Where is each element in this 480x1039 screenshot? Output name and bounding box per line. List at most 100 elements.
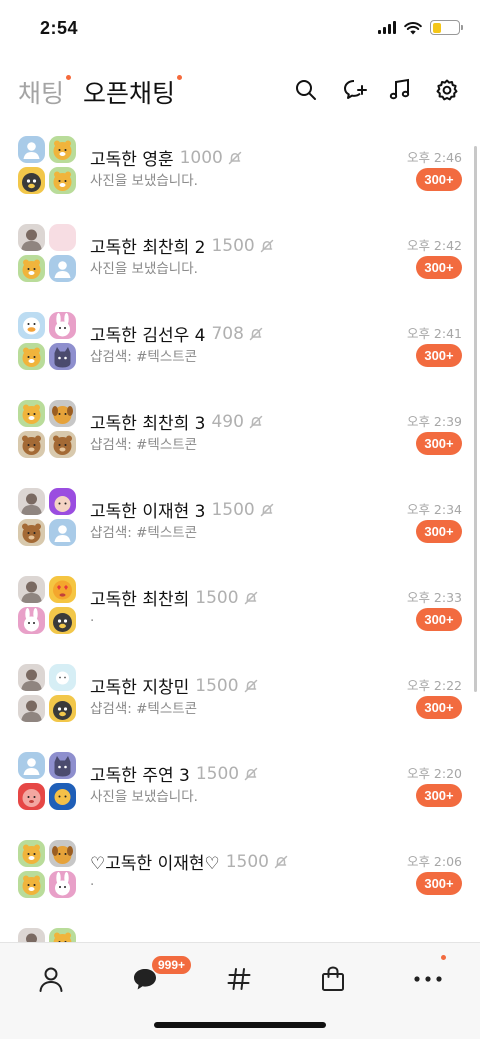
member-count: 1500	[195, 675, 239, 696]
scrollbar[interactable]	[474, 146, 477, 692]
openchat-list[interactable]: 고독한 영훈 1000 사진을 보냈습니다. 오후 2:46 300+ 고독한 최찬희 2…	[0, 126, 480, 942]
unread-badge: 300+	[416, 344, 462, 367]
unread-badge: 300+	[416, 168, 462, 191]
chat-row[interactable]: 고독한 김선우 4 708 샵검색: #텍스트콘 오후 2:41 300+	[0, 302, 480, 390]
bear-dark-avatar	[18, 167, 45, 194]
chat-row[interactable]: 고독한 이재현 3 1500 샵검색: #텍스트콘 오후 2:34 300+	[0, 478, 480, 566]
mute-icon	[249, 327, 263, 340]
chat-row[interactable]: 고독한 영훈 1000 사진을 보냈습니다. 오후 2:46 300+	[0, 126, 480, 214]
chat-preview: 사진을 보냈습니다.	[90, 789, 198, 805]
chat-title-line: 고독한 최찬희 3 490	[90, 409, 263, 434]
user-avatar	[18, 752, 45, 779]
member-count: 708	[211, 323, 244, 344]
chat-row[interactable]: 고독한 최찬희 1500. 오후 2:33 300+	[0, 566, 480, 654]
openchat-icon	[227, 968, 251, 990]
chat-title-line: 고독한 최찬희 2 1500	[90, 233, 274, 258]
chat-preview: 샵검색: #텍스트콘	[90, 437, 198, 453]
chat-row[interactable]: 고독한 최찬희 3 490 샵검색: #텍스트콘 오후 2:39 300+	[0, 390, 480, 478]
bear-red-avatar	[18, 783, 45, 810]
unread-badge: 300+	[416, 520, 462, 543]
member-count: 490	[211, 411, 244, 432]
chat-time: 오후 2:06	[406, 854, 462, 869]
heart-face-avatar	[49, 576, 76, 603]
chat-row[interactable]: 고독한 최찬희 2 1500 사진을 보냈습니다. 오후 2:42 300+	[0, 214, 480, 302]
chat-title: 고독한 최찬희 2	[90, 238, 206, 258]
chat-avatar-group	[18, 664, 78, 724]
rabbit-avatar	[18, 607, 45, 634]
tab-openchat[interactable]: 오픈채팅	[83, 74, 183, 110]
chat-preview: 샵검색: #텍스트콘	[90, 525, 198, 541]
nav-more[interactable]	[408, 959, 448, 999]
chats-unread-badge: 999+	[151, 955, 193, 975]
lion-avatar	[18, 343, 45, 370]
chat-avatar-group	[18, 488, 78, 548]
chat-title: 고독한 최찬희	[90, 590, 190, 610]
lion-avatar	[18, 871, 45, 898]
user-avatar	[49, 519, 76, 546]
member-count: 1500	[195, 763, 240, 784]
photo-grey-avatar	[18, 488, 45, 515]
chat-title: 고독한 이재현 3	[90, 502, 206, 522]
chat-title: 고독한 주연 3	[90, 766, 190, 786]
settings-button[interactable]	[433, 76, 461, 104]
chat-row[interactable]: 고독한 주연 21500오후 2:05	[0, 918, 480, 942]
mute-icon	[244, 679, 257, 692]
music-icon	[389, 78, 410, 100]
tab-chats[interactable]: 채팅	[18, 74, 72, 110]
dog-avatar	[49, 840, 76, 867]
bear-brown-avatar	[49, 431, 76, 458]
nav-friends[interactable]	[31, 959, 71, 999]
chat-avatar-group	[18, 136, 78, 196]
friends-icon	[39, 967, 63, 992]
rabbit-avatar	[49, 312, 76, 339]
purple-char-avatar	[49, 488, 76, 515]
chat-time: 오후 2:42	[406, 238, 462, 253]
bear-dark-avatar	[49, 607, 76, 634]
photo-grey-avatar	[18, 576, 45, 603]
lion-avatar	[49, 928, 76, 942]
unread-badge: 300+	[416, 432, 462, 455]
mute-icon	[244, 591, 257, 604]
chat-title: 고독한 지창민	[90, 678, 190, 698]
photo-grey-avatar	[18, 664, 45, 691]
chat-avatar-group	[18, 752, 78, 812]
cat-avatar	[49, 752, 76, 779]
header: 채팅 오픈채팅	[0, 60, 480, 125]
chat-time: 오후 2:22	[406, 678, 462, 693]
new-chat-button[interactable]	[341, 76, 369, 104]
lion-avatar	[18, 840, 45, 867]
chat-title: 고독한 김선우 4	[90, 326, 206, 346]
chat-preview: 샵검색: #텍스트콘	[90, 701, 198, 717]
nav-shopping[interactable]	[313, 959, 353, 999]
chat-time: 오후 2:39	[406, 414, 462, 429]
unread-badge: 300+	[416, 872, 462, 895]
mute-icon	[244, 767, 258, 780]
chat-row[interactable]: ♡고독한 이재현♡ 1500. 오후 2:06 300+	[0, 830, 480, 918]
more-icon	[414, 976, 442, 982]
home-indicator	[154, 1022, 326, 1028]
nav-openchat[interactable]	[219, 959, 259, 999]
cat-avatar	[49, 343, 76, 370]
chat-avatar-group	[18, 928, 78, 942]
photo-blue-avatar	[49, 664, 76, 691]
mute-icon	[260, 239, 273, 252]
member-count: 1000	[179, 147, 223, 168]
chat-title-line: 고독한 주연 3 1500	[90, 761, 258, 786]
signal-icon	[378, 21, 396, 34]
settings-icon	[436, 79, 458, 101]
unread-badge: 300+	[416, 696, 462, 719]
member-count: 1500	[211, 499, 255, 520]
unread-badge: 300+	[416, 784, 462, 807]
search-icon	[296, 80, 316, 100]
wifi-icon	[404, 21, 422, 34]
mute-icon	[228, 151, 242, 164]
new-indicator-dot	[177, 75, 183, 80]
chat-title: 고독한 영훈	[90, 150, 174, 170]
chat-row[interactable]: 고독한 주연 3 1500 사진을 보냈습니다. 오후 2:20 300+	[0, 742, 480, 830]
new-indicator-dot	[66, 75, 72, 80]
music-button[interactable]	[386, 76, 414, 104]
photo-grey-avatar	[18, 695, 45, 722]
chat-title: 고독한 최찬희 3	[90, 414, 206, 434]
chat-row[interactable]: 고독한 지창민 1500 샵검색: #텍스트콘 오후 2:22 300+	[0, 654, 480, 742]
search-button[interactable]	[292, 76, 320, 104]
